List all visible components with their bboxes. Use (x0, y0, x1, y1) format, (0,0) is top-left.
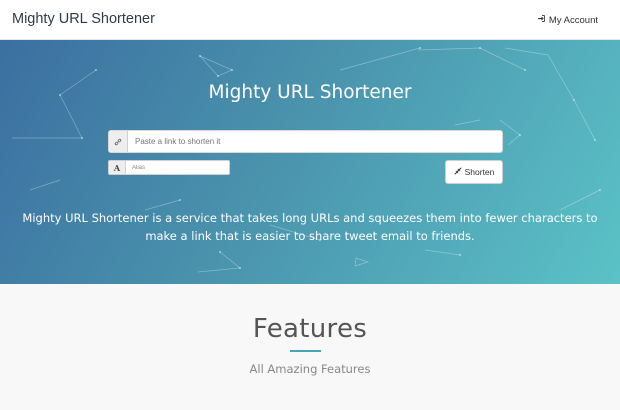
network-background (12, 47, 601, 273)
navbar: Mighty URL Shortener My Account (0, 0, 620, 40)
shorten-button[interactable]: Shorten (445, 160, 503, 184)
alias-input-group: A (108, 160, 230, 175)
link-icon (109, 131, 128, 152)
hero-title: Mighty URL Shortener (208, 82, 412, 103)
features-title: Features (252, 314, 368, 344)
sign-in-icon (537, 14, 546, 26)
font-icon: A (109, 161, 126, 174)
features-subtitle: All Amazing Features (249, 362, 371, 376)
url-input-group (108, 130, 503, 153)
url-input[interactable] (128, 131, 502, 152)
brand-logo[interactable]: Mighty URL Shortener (12, 11, 155, 27)
hero-section: Mighty URL Shortener A Shorten Mighty UR… (0, 40, 620, 284)
my-account-link[interactable]: My Account (537, 14, 598, 26)
features-divider (290, 350, 321, 352)
shorten-label: Shorten (464, 167, 495, 177)
alias-input[interactable] (126, 161, 229, 174)
my-account-label: My Account (548, 14, 598, 26)
compress-icon (454, 167, 462, 177)
hero-description: Mighty URL Shortener is a service that t… (22, 211, 598, 243)
